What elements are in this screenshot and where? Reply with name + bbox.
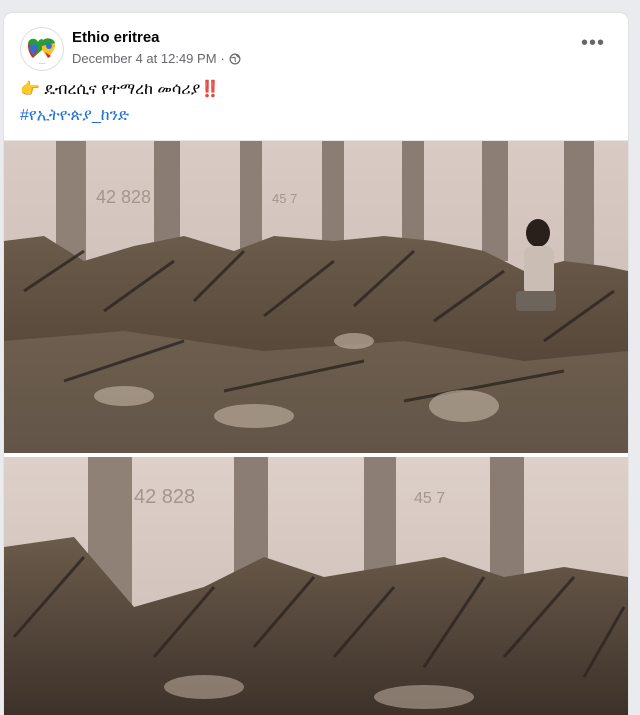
svg-text:42 828: 42 828	[96, 187, 151, 207]
photo-2-image: 42 828 45 7	[4, 457, 628, 715]
post-timestamp[interactable]: December 4 at 12:49 PM	[72, 51, 217, 66]
double-exclamation-emoji: ‼️	[200, 81, 221, 98]
svg-text:~~~: ~~~	[38, 61, 46, 66]
photo-1-image: 42 828 45 7	[4, 141, 628, 453]
post-photo-2[interactable]: 42 828 45 7	[4, 457, 628, 715]
post-card: ~~~ Ethio eritrea December 4 at 12:49 PM…	[4, 13, 628, 715]
post-body-text: ዴብረሲና የተማረከ መሳሪያ	[44, 81, 201, 98]
meta-separator: ·	[220, 51, 225, 66]
page-avatar[interactable]: ~~~	[20, 27, 64, 71]
post-photo-1[interactable]: 42 828 45 7	[4, 141, 628, 453]
hashtag-link[interactable]: #የኢትዮጵያ_ከንድ	[20, 107, 129, 125]
page-name-link[interactable]: Ethio eritrea	[72, 29, 160, 46]
globe-icon[interactable]	[229, 53, 241, 65]
post-header: ~~~ Ethio eritrea December 4 at 12:49 PM…	[4, 13, 628, 83]
pointing-hand-emoji: 👉	[20, 81, 40, 98]
more-options-icon[interactable]: •••	[580, 32, 606, 54]
svg-text:42 828: 42 828	[134, 486, 195, 508]
svg-text:45 7: 45 7	[272, 191, 297, 206]
svg-text:45 7: 45 7	[414, 490, 445, 507]
post-text: 👉 ዴብረሲና የተማረከ መሳሪያ‼️	[20, 79, 220, 99]
flag-logo-icon: ~~~	[22, 29, 62, 69]
post-meta: December 4 at 12:49 PM ·	[72, 51, 241, 66]
